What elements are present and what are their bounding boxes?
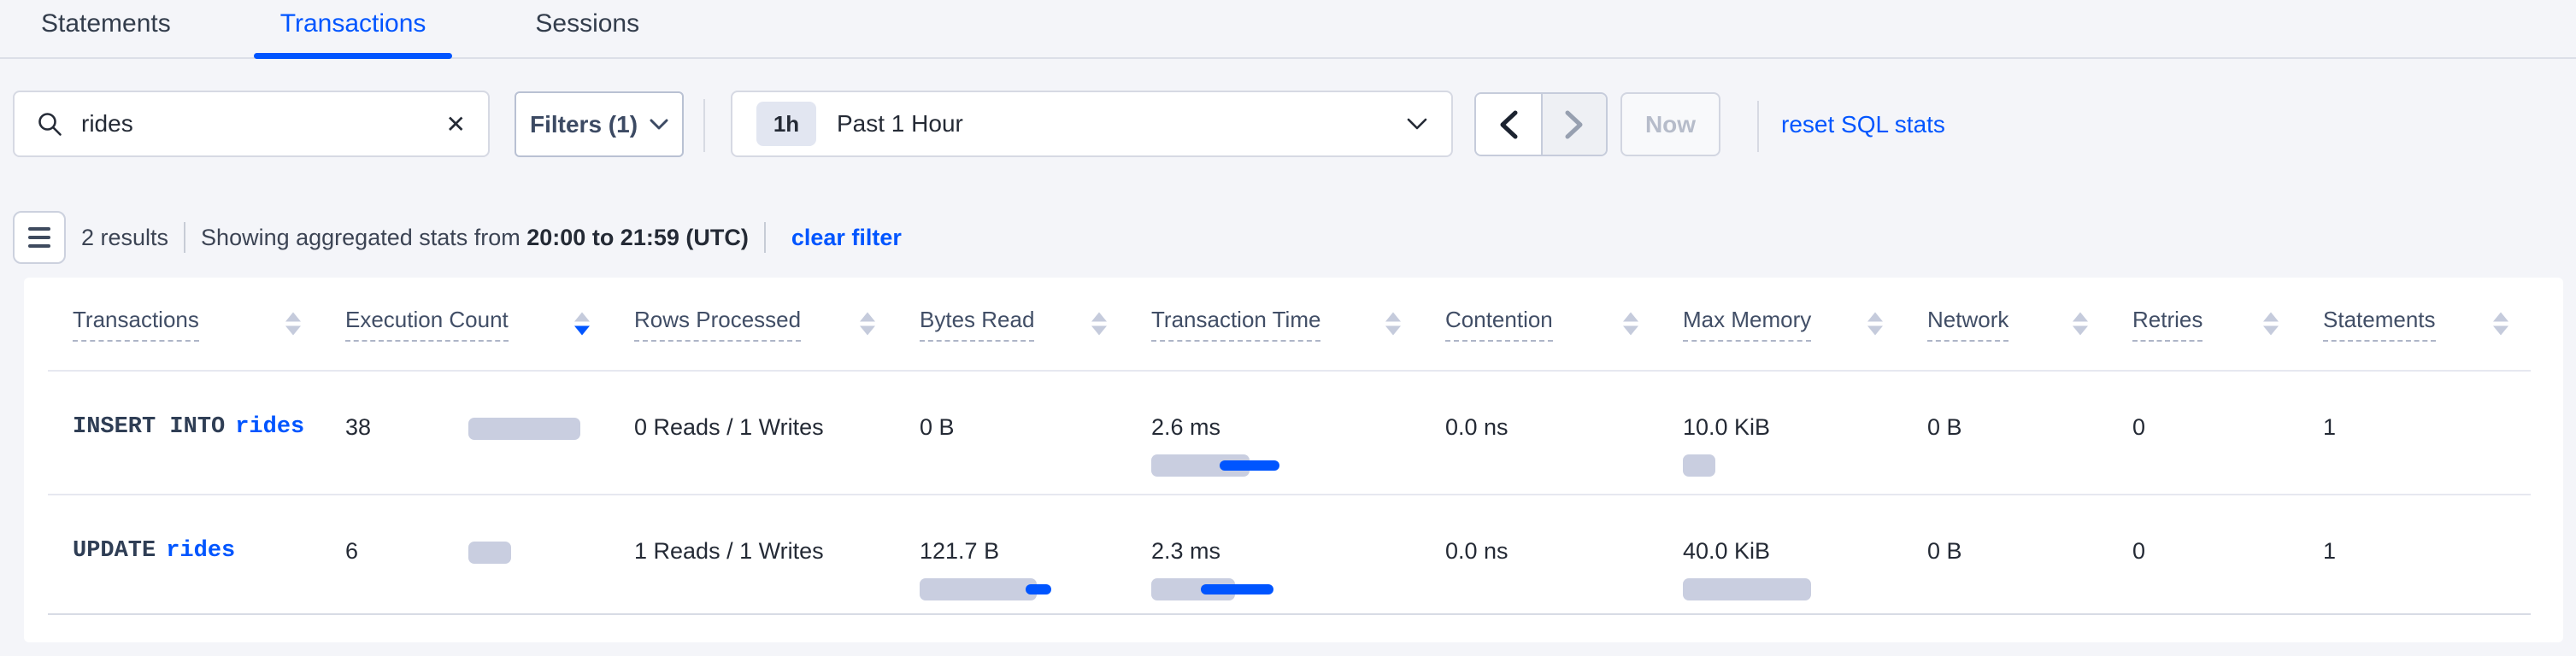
cell-max-memory: 10.0 KiB: [1683, 372, 1927, 494]
column-header-bytes-read: Bytes Read: [920, 307, 1151, 342]
transaction-time-stddev-bar: [1220, 460, 1279, 471]
bytes-read-stddev-bar: [1026, 584, 1051, 594]
tab-transactions[interactable]: Transactions: [254, 0, 453, 57]
column-header-contention: Contention: [1445, 307, 1683, 342]
controls-divider: [1757, 101, 1759, 152]
sort-toggle[interactable]: [2263, 313, 2279, 336]
column-header-retries: Retries: [2132, 307, 2323, 342]
column-header-max-memory: Max Memory: [1683, 307, 1927, 342]
column-header-statements: Statements: [2323, 307, 2531, 342]
results-bar: 2 results Showing aggregated stats from …: [13, 211, 902, 264]
table-row: INSERT INTOrides 38 0 Reads / 1 Writes 0…: [48, 372, 2531, 494]
transactions-table-card: Transactions Execution Count Rows Proces…: [24, 278, 2563, 642]
aggregated-stats-text: Showing aggregated stats from 20:00 to 2…: [201, 225, 749, 251]
sort-toggle[interactable]: [1867, 313, 1883, 336]
previous-time-button[interactable]: [1476, 94, 1541, 155]
sort-toggle[interactable]: [1385, 313, 1401, 336]
column-selector-button[interactable]: [13, 211, 66, 264]
clear-filter-link[interactable]: clear filter: [791, 225, 902, 251]
chevron-down-icon: [650, 119, 668, 130]
search-icon: [37, 111, 62, 137]
cell-transaction-time: 2.6 ms: [1151, 372, 1445, 494]
next-time-button[interactable]: [1541, 94, 1606, 155]
search-input[interactable]: rides ✕: [13, 91, 490, 157]
cell-execution-count: 38: [345, 372, 634, 494]
sort-toggle[interactable]: [1623, 313, 1638, 336]
column-header-execution-count: Execution Count: [345, 307, 634, 342]
menu-lines-icon: [28, 227, 50, 231]
chevron-right-icon: [1565, 110, 1584, 139]
reset-sql-stats-link[interactable]: reset SQL stats: [1781, 92, 1945, 156]
results-divider: [764, 222, 766, 253]
cell-retries: 0: [2132, 372, 2323, 494]
cell-network: 0 B: [1927, 495, 2132, 613]
time-range-selector[interactable]: 1h Past 1 Hour: [731, 91, 1453, 157]
cell-retries: 0: [2132, 495, 2323, 613]
transactions-table: Transactions Execution Count Rows Proces…: [48, 278, 2531, 615]
column-header-transactions: Transactions: [73, 307, 345, 342]
execution-count-bar: [468, 418, 580, 440]
max-memory-bar: [1683, 578, 1811, 600]
cell-contention: 0.0 ns: [1445, 372, 1683, 494]
bytes-read-bar: [920, 578, 1037, 600]
transaction-fingerprint: INSERT INTOrides: [73, 372, 345, 494]
now-button[interactable]: Now: [1620, 92, 1720, 156]
tab-statements[interactable]: Statements: [15, 0, 197, 57]
sql-activity-page: Statements Transactions Sessions rides ✕…: [0, 0, 2576, 656]
cell-transaction-time: 2.3 ms: [1151, 495, 1445, 613]
column-header-network: Network: [1927, 307, 2132, 342]
cell-bytes-read: 121.7 B: [920, 495, 1151, 613]
results-count: 2 results: [81, 225, 168, 251]
execution-count-bar: [468, 542, 511, 564]
chevron-left-icon: [1499, 110, 1518, 139]
sort-toggle[interactable]: [1091, 313, 1107, 336]
cell-statements: 1: [2323, 495, 2531, 613]
table-link-rides[interactable]: rides: [166, 538, 235, 564]
cell-statements: 1: [2323, 372, 2531, 494]
tab-bar: Statements Transactions Sessions: [0, 0, 2576, 59]
time-range-label: Past 1 Hour: [837, 110, 963, 138]
filters-label: Filters (1): [530, 111, 638, 138]
cell-max-memory: 40.0 KiB: [1683, 495, 1927, 613]
column-header-transaction-time: Transaction Time: [1151, 307, 1445, 342]
column-header-rows-processed: Rows Processed: [634, 307, 920, 342]
sort-toggle[interactable]: [285, 313, 301, 336]
cell-contention: 0.0 ns: [1445, 495, 1683, 613]
cell-network: 0 B: [1927, 372, 2132, 494]
controls-divider: [703, 99, 705, 152]
cell-bytes-read: 0 B: [920, 372, 1151, 494]
time-range-badge: 1h: [756, 102, 816, 146]
clear-search-icon[interactable]: ✕: [446, 110, 466, 138]
cell-rows-processed: 0 Reads / 1 Writes: [634, 372, 920, 494]
cell-execution-count: 6: [345, 495, 634, 613]
table-link-rides[interactable]: rides: [235, 414, 304, 440]
time-step-buttons: [1474, 92, 1608, 156]
sort-toggle[interactable]: [574, 313, 590, 336]
max-memory-bar: [1683, 454, 1715, 477]
aggregated-range: 20:00 to 21:59 (UTC): [526, 225, 749, 250]
sort-toggle[interactable]: [2073, 313, 2088, 336]
filters-button[interactable]: Filters (1): [515, 91, 684, 157]
tab-sessions[interactable]: Sessions: [509, 0, 666, 57]
transaction-time-stddev-bar: [1201, 584, 1273, 594]
transaction-fingerprint: UPDATErides: [73, 495, 345, 613]
table-row: UPDATErides 6 1 Reads / 1 Writes 121.7 B…: [48, 494, 2531, 613]
cell-rows-processed: 1 Reads / 1 Writes: [634, 495, 920, 613]
chevron-down-icon: [1407, 118, 1427, 130]
sort-toggle[interactable]: [860, 313, 875, 336]
transaction-time-bar: [1151, 454, 1250, 477]
results-divider: [184, 222, 185, 253]
transaction-time-bar: [1151, 578, 1235, 600]
sort-toggle[interactable]: [2493, 313, 2508, 336]
search-value: rides: [81, 110, 133, 138]
table-header-row: Transactions Execution Count Rows Proces…: [48, 278, 2531, 372]
